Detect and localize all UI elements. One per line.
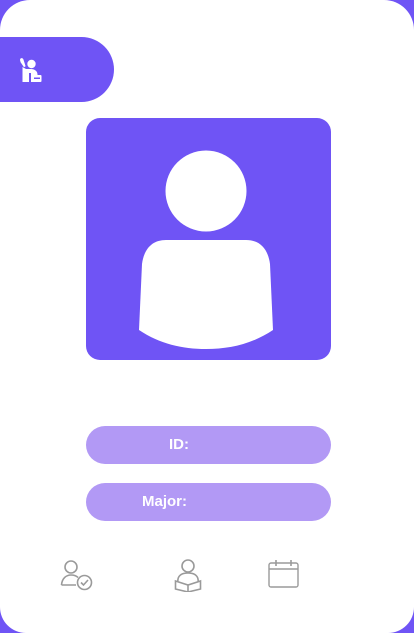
profile-card: ID: Major: bbox=[0, 0, 414, 633]
attendance-tab[interactable] bbox=[0, 37, 114, 102]
nav-calendar[interactable] bbox=[267, 558, 301, 592]
major-field: Major: bbox=[86, 483, 331, 521]
nav-profile[interactable] bbox=[171, 558, 205, 592]
profile-photo[interactable] bbox=[86, 118, 331, 360]
major-label: Major: bbox=[142, 493, 187, 510]
raised-hand-icon bbox=[18, 57, 42, 83]
user-silhouette-icon bbox=[139, 150, 273, 349]
student-id-field: ID: bbox=[86, 426, 331, 464]
calendar-icon bbox=[268, 560, 299, 588]
student-id-label: ID: bbox=[169, 436, 189, 453]
user-reading-icon bbox=[174, 559, 202, 592]
nav-attendance[interactable] bbox=[60, 558, 94, 592]
user-check-icon bbox=[60, 560, 93, 591]
